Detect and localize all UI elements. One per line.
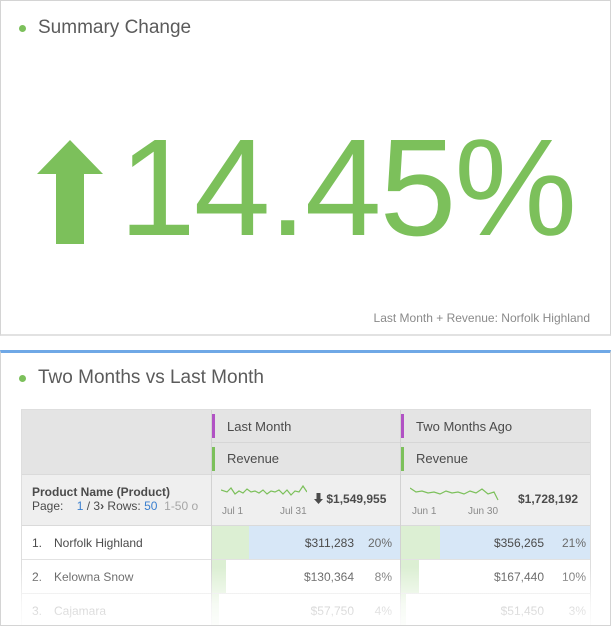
panel-fade-overlay	[1, 567, 610, 625]
arrow-up-icon	[37, 140, 103, 244]
total-value: $1,549,955	[326, 492, 387, 506]
spark-start-label: Jun 1	[412, 506, 437, 517]
rows-label: Rows:	[107, 499, 141, 513]
metric-label: Revenue	[227, 451, 280, 466]
column-header-two-months-ago[interactable]: Two Months Ago	[400, 410, 590, 442]
status-dot-icon	[19, 374, 26, 382]
summary-change-value: 14.45%	[119, 111, 577, 265]
column-header-last-month[interactable]: Last Month	[211, 410, 400, 442]
row-range: 1-50 o	[164, 499, 199, 513]
cell-percent: 20%	[367, 536, 392, 550]
rows-per-page-select[interactable]: 50	[144, 499, 157, 513]
cell-percent: 21%	[561, 536, 586, 550]
spark-end-label: Jul 31	[280, 506, 307, 517]
sparkline-last-month	[221, 484, 307, 496]
status-dot-icon	[19, 24, 26, 32]
table-row[interactable]: 1. Norfolk Highland $311,283 20% $356,265 21%	[22, 526, 590, 560]
pagination: Page: 1 / 3› Rows: 50 1-50 o	[32, 499, 198, 513]
summary-title-row: Summary Change	[19, 17, 191, 39]
cell-value: $311,283	[304, 536, 354, 550]
metric-header-revenue[interactable]: Revenue	[211, 442, 400, 474]
column-label: Last Month	[227, 418, 292, 434]
spark-end-label: Jun 30	[468, 506, 499, 517]
page-label: Page:	[32, 499, 64, 513]
cell-value: $356,265	[493, 536, 544, 550]
page-current-input[interactable]: 1	[77, 499, 84, 513]
summary-value-row: 14.45%	[37, 111, 577, 265]
spark-start-label: Jul 1	[222, 506, 244, 517]
row-label: Norfolk Highland	[54, 536, 143, 550]
page-total: / 3	[86, 499, 101, 513]
column-label: Two Months Ago	[416, 418, 513, 434]
row-number: 1.	[32, 536, 43, 550]
table-title-row: Two Months vs Last Month	[19, 367, 264, 389]
column-total: $1,549,955	[314, 492, 386, 506]
dimension-header[interactable]: Product Name (Product)	[32, 485, 170, 499]
summary-footnote: Last Month + Revenue: Norfolk Highland	[373, 311, 590, 325]
panel-title[interactable]: Two Months vs Last Month	[38, 367, 264, 389]
summary-change-panel: Summary Change 14.45% Last Month + Reven…	[0, 0, 611, 336]
arrow-down-icon	[314, 493, 323, 504]
freeform-table-panel: Two Months vs Last Month Last Month Reve…	[0, 350, 611, 626]
column-total: $1,728,192	[518, 492, 579, 506]
next-page-icon[interactable]: ›	[100, 499, 104, 513]
panel-title[interactable]: Summary Change	[38, 17, 191, 39]
sparkline-two-months-ago	[410, 487, 499, 501]
metric-header-revenue[interactable]: Revenue	[400, 442, 590, 474]
metric-label: Revenue	[416, 451, 469, 466]
